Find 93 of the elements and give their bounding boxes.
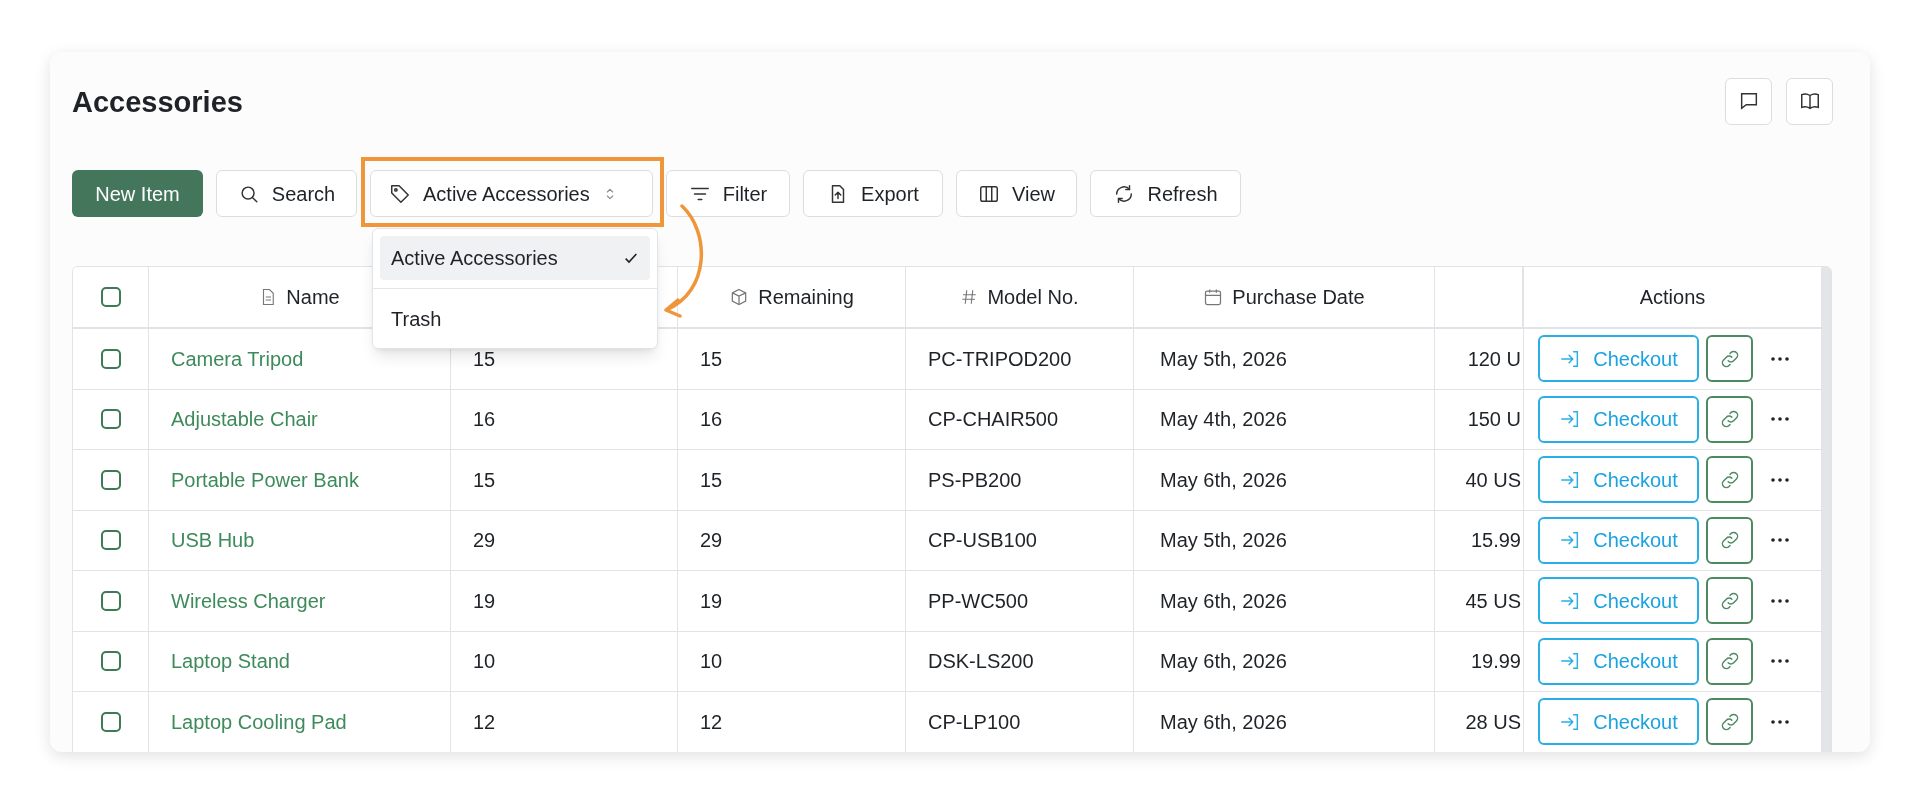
checkout-button[interactable]: Checkout bbox=[1538, 577, 1699, 625]
link-button[interactable] bbox=[1706, 698, 1753, 746]
table-cell-text: 45 US bbox=[1465, 588, 1521, 614]
table-cell-text: 19 bbox=[700, 588, 723, 614]
item-name-link[interactable]: Camera Tripod bbox=[171, 343, 304, 374]
checkout-button[interactable]: Checkout bbox=[1538, 637, 1699, 685]
table-cell-text: May 6th, 2026 bbox=[1160, 467, 1287, 493]
link-button[interactable] bbox=[1706, 456, 1753, 504]
filter-button[interactable]: Filter bbox=[666, 170, 790, 217]
item-name-link[interactable]: Laptop Stand bbox=[171, 646, 290, 677]
checkout-button[interactable]: Checkout bbox=[1538, 698, 1699, 746]
more-icon bbox=[1771, 598, 1789, 603]
table-cell-text: 15 bbox=[700, 346, 723, 372]
table-cell-text: PS-PB200 bbox=[928, 467, 1022, 493]
table-cell-text: 15 bbox=[473, 346, 496, 372]
calendar-icon bbox=[1203, 287, 1224, 307]
table-cell-text: 10 bbox=[473, 649, 496, 675]
new-item-button[interactable]: New Item bbox=[72, 170, 203, 217]
checkbox[interactable] bbox=[100, 711, 121, 732]
table-cell-text: 16 bbox=[700, 407, 723, 433]
open-book-icon bbox=[1798, 90, 1821, 112]
more-icon bbox=[1771, 356, 1789, 361]
hash-icon bbox=[960, 288, 979, 306]
view-button[interactable]: View bbox=[956, 170, 1077, 217]
table-cell-text: May 6th, 2026 bbox=[1160, 709, 1287, 735]
column-header: Remaining bbox=[758, 285, 854, 310]
table-cell-text: 16 bbox=[473, 407, 496, 433]
checkout-button[interactable]: Checkout bbox=[1538, 516, 1699, 564]
link-button[interactable] bbox=[1706, 395, 1753, 443]
more-icon bbox=[1771, 477, 1789, 482]
more-icon bbox=[1771, 719, 1789, 724]
table-cell-text: May 6th, 2026 bbox=[1160, 588, 1287, 614]
column-header: Actions bbox=[1639, 285, 1706, 310]
table-cell-text: PP-WC500 bbox=[928, 588, 1029, 614]
table-cell-text: May 5th, 2026 bbox=[1160, 346, 1287, 372]
docs-button[interactable] bbox=[1786, 77, 1833, 125]
search-button[interactable]: Search bbox=[216, 170, 357, 217]
table-cell-text: 12 bbox=[473, 709, 496, 735]
checkbox[interactable] bbox=[100, 530, 121, 551]
item-name-link[interactable]: USB Hub bbox=[171, 525, 255, 556]
menu-item[interactable]: Trash bbox=[380, 297, 650, 341]
table-cell-text: 29 bbox=[473, 528, 496, 554]
table-cell-text: 29 bbox=[700, 528, 723, 554]
refresh-button[interactable]: Refresh bbox=[1090, 170, 1241, 217]
checkout-button[interactable]: Checkout bbox=[1538, 395, 1699, 443]
table-cell-text: 15 bbox=[473, 467, 496, 493]
table-cell-text: DSK-LS200 bbox=[928, 649, 1034, 675]
menu-item[interactable]: Active Accessories bbox=[380, 236, 650, 280]
checkbox[interactable] bbox=[100, 287, 121, 307]
checkbox[interactable] bbox=[100, 409, 121, 430]
more-icon bbox=[1771, 538, 1789, 543]
table-cell-text: 19 bbox=[473, 588, 496, 614]
table-cell-text: 15 bbox=[700, 467, 723, 493]
page-title: Accessories bbox=[72, 85, 243, 121]
column-header: Purchase Date bbox=[1232, 285, 1365, 310]
table-cell-text: 150 U bbox=[1467, 407, 1521, 433]
link-button[interactable] bbox=[1706, 516, 1753, 564]
view-select[interactable]: Active Accessories bbox=[370, 170, 653, 217]
table-cell-text: 120 U bbox=[1467, 346, 1521, 372]
table-cell-text: 19.99 bbox=[1470, 649, 1521, 675]
table-cell-text: 40 US bbox=[1465, 467, 1521, 493]
item-name-link[interactable]: Adjustable Chair bbox=[171, 404, 318, 435]
column-header: Model No. bbox=[987, 285, 1079, 310]
export-button[interactable]: Export bbox=[803, 170, 943, 217]
item-name-link[interactable]: Portable Power Bank bbox=[171, 464, 359, 495]
checkbox[interactable] bbox=[100, 469, 121, 490]
table-cell-text: May 4th, 2026 bbox=[1160, 407, 1287, 433]
table-cell-text: CP-USB100 bbox=[928, 528, 1037, 554]
table-cell-text: PC-TRIPOD200 bbox=[928, 346, 1072, 372]
table-cell-text: CP-LP100 bbox=[928, 709, 1021, 735]
table-cell-text: 10 bbox=[700, 649, 723, 675]
scrollbar[interactable] bbox=[1821, 267, 1831, 752]
checkout-button[interactable]: Checkout bbox=[1538, 456, 1699, 504]
table-cell-text: CP-CHAIR500 bbox=[928, 407, 1059, 433]
tag-icon bbox=[389, 182, 411, 205]
item-name-link[interactable]: Wireless Charger bbox=[171, 585, 326, 616]
link-button[interactable] bbox=[1706, 577, 1753, 625]
checkbox[interactable] bbox=[100, 651, 121, 672]
column-header: Name bbox=[286, 285, 340, 310]
table-cell-text: May 6th, 2026 bbox=[1160, 649, 1287, 675]
more-icon bbox=[1771, 417, 1789, 422]
checkout-button[interactable]: Checkout bbox=[1538, 335, 1699, 383]
comment-button[interactable] bbox=[1725, 77, 1772, 125]
checkbox[interactable] bbox=[100, 590, 121, 611]
table-cell-text: 12 bbox=[700, 709, 723, 735]
link-button[interactable] bbox=[1706, 637, 1753, 685]
checkbox[interactable] bbox=[100, 348, 121, 369]
more-icon bbox=[1771, 659, 1789, 664]
item-name-link[interactable]: Laptop Cooling Pad bbox=[171, 706, 347, 737]
link-button[interactable] bbox=[1706, 335, 1753, 383]
table-cell-text: 15.99 bbox=[1470, 528, 1521, 554]
table-cell-text: May 5th, 2026 bbox=[1160, 528, 1287, 554]
table-cell-text: 28 US bbox=[1465, 709, 1521, 735]
